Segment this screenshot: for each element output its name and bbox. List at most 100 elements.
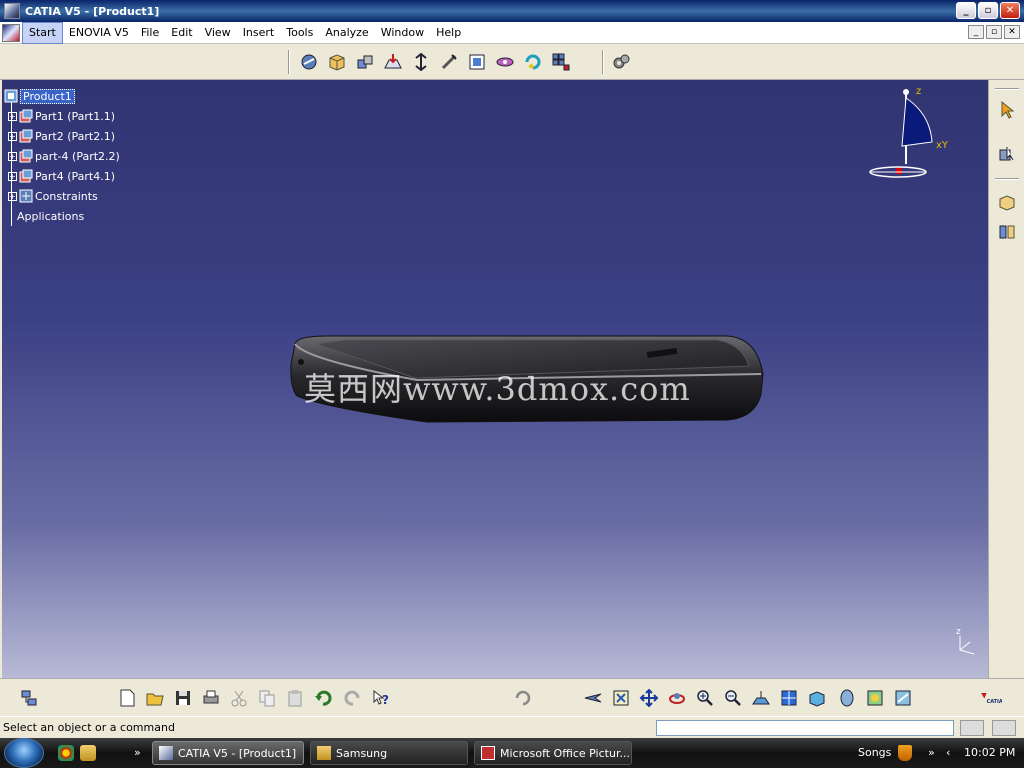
expand-toggle[interactable]: +: [8, 171, 17, 181]
expand-toggle[interactable]: +: [8, 111, 17, 121]
expand-toggle[interactable]: +: [8, 131, 17, 141]
manipulation-icon[interactable]: [995, 220, 1019, 244]
power-input-field[interactable]: [656, 720, 954, 736]
catia-logo-icon[interactable]: [2, 23, 20, 42]
doc-restore-button[interactable]: ▫: [986, 25, 1002, 39]
save-icon[interactable]: [172, 687, 194, 709]
rotate-icon[interactable]: [666, 687, 688, 709]
menu-start[interactable]: Start: [22, 21, 63, 44]
tree-node-root[interactable]: Product1: [4, 86, 120, 106]
selective-load-icon[interactable]: [494, 51, 516, 73]
product-structure-workbench-icon[interactable]: [18, 687, 40, 709]
tree-node-part2[interactable]: + Part2 (Part2.1): [4, 126, 120, 146]
multi-view-icon[interactable]: [778, 687, 800, 709]
taskbar-item-samsung[interactable]: Samsung: [310, 741, 468, 765]
menu-help[interactable]: Help: [430, 23, 467, 43]
open-folder-icon[interactable]: [144, 687, 166, 709]
minimize-button[interactable]: _: [956, 2, 976, 19]
fly-mode-icon[interactable]: [582, 687, 604, 709]
window-controls: _ ▫ ✕: [956, 2, 1020, 19]
insert-part-icon[interactable]: [354, 51, 376, 73]
tree-item-label[interactable]: Applications: [17, 210, 84, 223]
tray-back-icon[interactable]: ‹: [946, 746, 950, 759]
undo-icon[interactable]: [312, 687, 334, 709]
doc-minimize-button[interactable]: _: [968, 25, 984, 39]
tray-expand-icon[interactable]: »: [928, 746, 935, 759]
menu-view[interactable]: View: [199, 23, 237, 43]
taskbar-item-catia[interactable]: CATIA V5 - [Product1]: [152, 741, 304, 765]
toolbar-separator: [288, 50, 290, 74]
vlc-tray-icon[interactable]: [898, 745, 912, 761]
tree-node-part1[interactable]: + Part1 (Part1.1): [4, 106, 120, 126]
menu-window[interactable]: Window: [375, 23, 430, 43]
redo-icon[interactable]: [342, 687, 364, 709]
expand-toggle[interactable]: +: [8, 151, 17, 161]
3d-viewport[interactable]: Product1 + Part1 (Part1.1) + Part2 (Part…: [2, 80, 988, 678]
select-pointer-icon[interactable]: [995, 98, 1019, 122]
show-more-quicklaunch-icon[interactable]: »: [134, 746, 141, 759]
cancel-command-button[interactable]: [960, 720, 984, 736]
menu-file[interactable]: File: [135, 23, 165, 43]
windows-start-button[interactable]: [4, 738, 44, 768]
zoom-out-icon[interactable]: [722, 687, 744, 709]
tree-node-part4[interactable]: + Part4 (Part4.1): [4, 166, 120, 186]
constraints-gear-icon[interactable]: [610, 51, 632, 73]
whats-this-help-icon[interactable]: ?: [370, 687, 392, 709]
fit-all-in-icon[interactable]: [610, 687, 632, 709]
tray-clock[interactable]: 10:02 PM: [964, 746, 1015, 759]
print-icon[interactable]: [200, 687, 222, 709]
pan-icon[interactable]: [638, 687, 660, 709]
menu-insert[interactable]: Insert: [237, 23, 281, 43]
graph-tree-reordering-icon[interactable]: [438, 51, 460, 73]
close-button[interactable]: ✕: [1000, 2, 1020, 19]
insert-component-icon[interactable]: [298, 51, 320, 73]
zoom-in-icon[interactable]: [694, 687, 716, 709]
swap-visible-space-icon[interactable]: [892, 687, 914, 709]
normal-view-icon[interactable]: [750, 687, 772, 709]
menu-enovia[interactable]: ENOVIA V5: [63, 23, 135, 43]
multi-instantiation-icon[interactable]: [550, 51, 572, 73]
tree-node-applications[interactable]: Applications: [4, 206, 120, 226]
replace-component-icon[interactable]: [410, 51, 432, 73]
compass-xy-label: xY: [936, 140, 949, 151]
smart-move-icon[interactable]: [995, 142, 1019, 166]
cut-icon[interactable]: [228, 687, 250, 709]
shading-icon[interactable]: [836, 687, 858, 709]
insert-product-icon[interactable]: [326, 51, 348, 73]
status-message: Select an object or a command: [3, 721, 175, 734]
tree-node-constraints[interactable]: + Constraints: [4, 186, 120, 206]
tree-item-label[interactable]: Part4 (Part4.1): [35, 170, 115, 183]
chrome-icon[interactable]: [58, 745, 74, 761]
isometric-view-icon[interactable]: [806, 687, 828, 709]
menu-analyze[interactable]: Analyze: [319, 23, 374, 43]
tree-item-label[interactable]: Part1 (Part1.1): [35, 110, 115, 123]
manage-representations-icon[interactable]: [522, 51, 544, 73]
tree-root-label[interactable]: Product1: [20, 88, 75, 104]
folder-icon[interactable]: [80, 745, 96, 761]
tree-item-label[interactable]: Constraints: [35, 190, 98, 203]
menu-tools[interactable]: Tools: [280, 23, 319, 43]
taskbar-item-label: Microsoft Office Pictur...: [500, 746, 630, 760]
tray-songs-label[interactable]: Songs: [858, 746, 891, 759]
new-file-icon[interactable]: [116, 687, 138, 709]
tree-item-label[interactable]: part-4 (Part2.2): [35, 150, 120, 163]
taskbar-item-office-picture[interactable]: Microsoft Office Pictur...: [474, 741, 632, 765]
menu-bar: Start ENOVIA V5 File Edit View Insert To…: [0, 21, 1024, 44]
tree-item-label[interactable]: Part2 (Part2.1): [35, 130, 115, 143]
compass-icon[interactable]: z xY: [868, 84, 958, 184]
expand-toggle[interactable]: +: [8, 191, 17, 201]
explode-icon[interactable]: [995, 190, 1019, 214]
tree-node-part-4[interactable]: + part-4 (Part2.2): [4, 146, 120, 166]
hide-show-icon[interactable]: [864, 687, 886, 709]
taskbar-item-label: Samsung: [336, 746, 388, 760]
doc-close-button[interactable]: ✕: [1004, 25, 1020, 39]
restore-button[interactable]: ▫: [978, 2, 998, 19]
update-icon[interactable]: [512, 687, 534, 709]
generate-numbering-icon[interactable]: [466, 51, 488, 73]
menu-edit[interactable]: Edit: [165, 23, 198, 43]
copy-icon[interactable]: [256, 687, 278, 709]
catia-app-icon[interactable]: [4, 3, 20, 19]
insert-existing-component-icon[interactable]: [382, 51, 404, 73]
power-input-button[interactable]: [992, 720, 1016, 736]
paste-icon[interactable]: [284, 687, 306, 709]
